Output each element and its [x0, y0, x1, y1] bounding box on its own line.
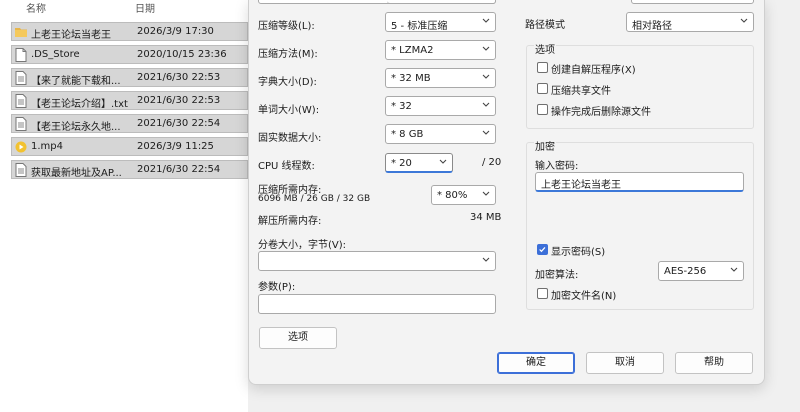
file-row[interactable]: 获取最新地址及AP... 2021/6/30 22:54: [11, 160, 248, 179]
cancel-button[interactable]: 取消: [586, 352, 664, 374]
text-file-icon: [15, 117, 27, 131]
password-input[interactable]: 上老王论坛当老王: [535, 172, 744, 192]
show-password-checkbox[interactable]: [537, 244, 548, 255]
chevron-down-icon: [740, 18, 748, 23]
help-button[interactable]: 帮助: [675, 352, 753, 374]
file-name: 【老王论坛永久地...: [31, 122, 121, 133]
file-date: 2026/3/9 11:25: [137, 141, 214, 152]
decompress-memory-label: 解压所需内存:: [258, 216, 322, 227]
file-icon: [15, 48, 27, 62]
split-volume-label: 分卷大小，字节(V):: [258, 240, 347, 251]
compression-method-combo[interactable]: * LZMA2: [385, 40, 496, 60]
cpu-threads-value: * 20: [391, 158, 412, 169]
path-mode-value: 相对路径: [632, 21, 672, 32]
chevron-down-icon: [482, 74, 490, 79]
options-button[interactable]: 选项: [259, 327, 337, 349]
file-date: 2021/6/30 22:54: [137, 164, 221, 175]
parameters-label: 参数(P):: [258, 282, 296, 293]
compression-level-combo[interactable]: 5 - 标准压缩: [385, 12, 496, 32]
column-header-date[interactable]: 日期: [135, 0, 155, 15]
text-file-icon: [15, 71, 27, 85]
encrypt-filenames-label: 加密文件名(N): [551, 291, 617, 302]
path-mode-combo[interactable]: 相对路径: [626, 12, 754, 32]
solid-block-size-label: 固实数据大小:: [258, 133, 322, 144]
file-name: .DS_Store: [31, 49, 80, 60]
text-file-icon: [15, 163, 27, 177]
decompress-memory-value: 34 MB: [470, 212, 502, 223]
archive-format-combo[interactable]: [387, 0, 496, 4]
solid-block-size-combo[interactable]: * 8 GB: [385, 124, 496, 144]
video-file-icon: [15, 141, 27, 153]
file-date: 2021/6/30 22:53: [137, 95, 221, 106]
text-file-icon: [15, 94, 27, 108]
file-row[interactable]: 1.mp4 2026/3/9 11:25: [11, 137, 248, 156]
checkmark-icon: [539, 247, 546, 253]
chevron-down-icon: [482, 46, 490, 51]
file-explorer: 名称 日期 上老王论坛当老王 2026/3/9 17:30 .DS_Store …: [0, 0, 248, 412]
compression-level-value: 5 - 标准压缩: [391, 21, 448, 32]
chevron-down-icon: [482, 130, 490, 135]
column-header-name[interactable]: 名称: [26, 0, 46, 15]
compression-method-label: 压缩方法(M):: [258, 49, 318, 60]
file-row[interactable]: 【来了就能下载和... 2021/6/30 22:53: [11, 68, 248, 87]
word-size-value: * 32: [391, 101, 412, 112]
compress-memory-detail: 6096 MB / 26 GB / 32 GB: [258, 194, 371, 204]
encryption-method-combo[interactable]: AES-256: [658, 261, 744, 281]
file-row[interactable]: 【老王论坛永久地... 2021/6/30 22:54: [11, 114, 248, 133]
file-date: 2026/3/9 17:30: [137, 26, 214, 37]
word-size-combo[interactable]: * 32: [385, 96, 496, 116]
path-mode-label: 路径模式: [525, 20, 565, 31]
chevron-down-icon: [482, 102, 490, 107]
compress-shared-label: 压缩共享文件: [551, 86, 611, 97]
chevron-down-icon: [482, 191, 490, 196]
memory-usage-value: * 80%: [437, 190, 468, 201]
file-name: 1.mp4: [31, 141, 63, 152]
folder-icon: [15, 28, 27, 37]
delete-after-label: 操作完成后删除源文件: [551, 107, 651, 118]
encryption-group-title: 加密: [534, 138, 556, 153]
chevron-down-icon: [730, 267, 738, 272]
file-name: 上老王论坛当老王: [31, 30, 111, 41]
file-date: 2021/6/30 22:53: [137, 72, 221, 83]
add-to-archive-dialog: 压缩等级(L): 5 - 标准压缩 压缩方法(M): * LZMA2 字典大小(…: [248, 0, 765, 385]
file-row[interactable]: 上老王论坛当老王 2026/3/9 17:30: [11, 22, 248, 41]
cpu-threads-max: / 20: [482, 157, 502, 168]
file-row[interactable]: .DS_Store 2020/10/15 23:36: [11, 45, 248, 64]
cpu-threads-combo[interactable]: * 20: [385, 153, 453, 173]
dictionary-size-label: 字典大小(D):: [258, 77, 317, 88]
split-volume-combo[interactable]: [258, 251, 496, 271]
dictionary-size-value: * 32 MB: [391, 73, 431, 84]
encryption-method-value: AES-256: [664, 266, 707, 277]
chevron-down-icon: [439, 159, 447, 164]
compression-level-label: 压缩等级(L):: [258, 21, 315, 32]
chevron-down-icon: [482, 18, 490, 23]
password-value: 上老王论坛当老王: [541, 180, 621, 191]
file-date: 2021/6/30 22:54: [137, 118, 221, 129]
file-row[interactable]: 【老王论坛介绍】.txt 2021/6/30 22:53: [11, 91, 248, 110]
file-name: 【老王论坛介绍】.txt: [31, 99, 128, 110]
parameters-input[interactable]: [258, 294, 496, 314]
file-name: 获取最新地址及AP...: [31, 168, 122, 179]
password-label: 输入密码:: [535, 161, 579, 172]
encryption-method-label: 加密算法:: [535, 270, 579, 281]
compress-shared-checkbox[interactable]: [537, 83, 548, 94]
options-group-title: 选项: [534, 41, 556, 56]
word-size-label: 单词大小(W):: [258, 105, 320, 116]
cpu-threads-label: CPU 线程数:: [258, 161, 315, 172]
encrypt-filenames-checkbox[interactable]: [537, 288, 548, 299]
file-date: 2020/10/15 23:36: [137, 49, 227, 60]
show-password-label: 显示密码(S): [551, 247, 606, 258]
file-name: 【来了就能下载和...: [31, 76, 121, 87]
ok-button[interactable]: 确定: [497, 352, 575, 374]
solid-block-size-value: * 8 GB: [391, 129, 424, 140]
delete-after-checkbox[interactable]: [537, 104, 548, 115]
create-sfx-checkbox[interactable]: [537, 62, 548, 73]
compression-method-value: * LZMA2: [391, 45, 434, 56]
update-mode-combo[interactable]: [631, 0, 754, 4]
memory-usage-combo[interactable]: * 80%: [431, 185, 496, 205]
chevron-down-icon: [482, 257, 490, 262]
create-sfx-label: 创建自解压程序(X): [551, 65, 636, 76]
dictionary-size-combo[interactable]: * 32 MB: [385, 68, 496, 88]
